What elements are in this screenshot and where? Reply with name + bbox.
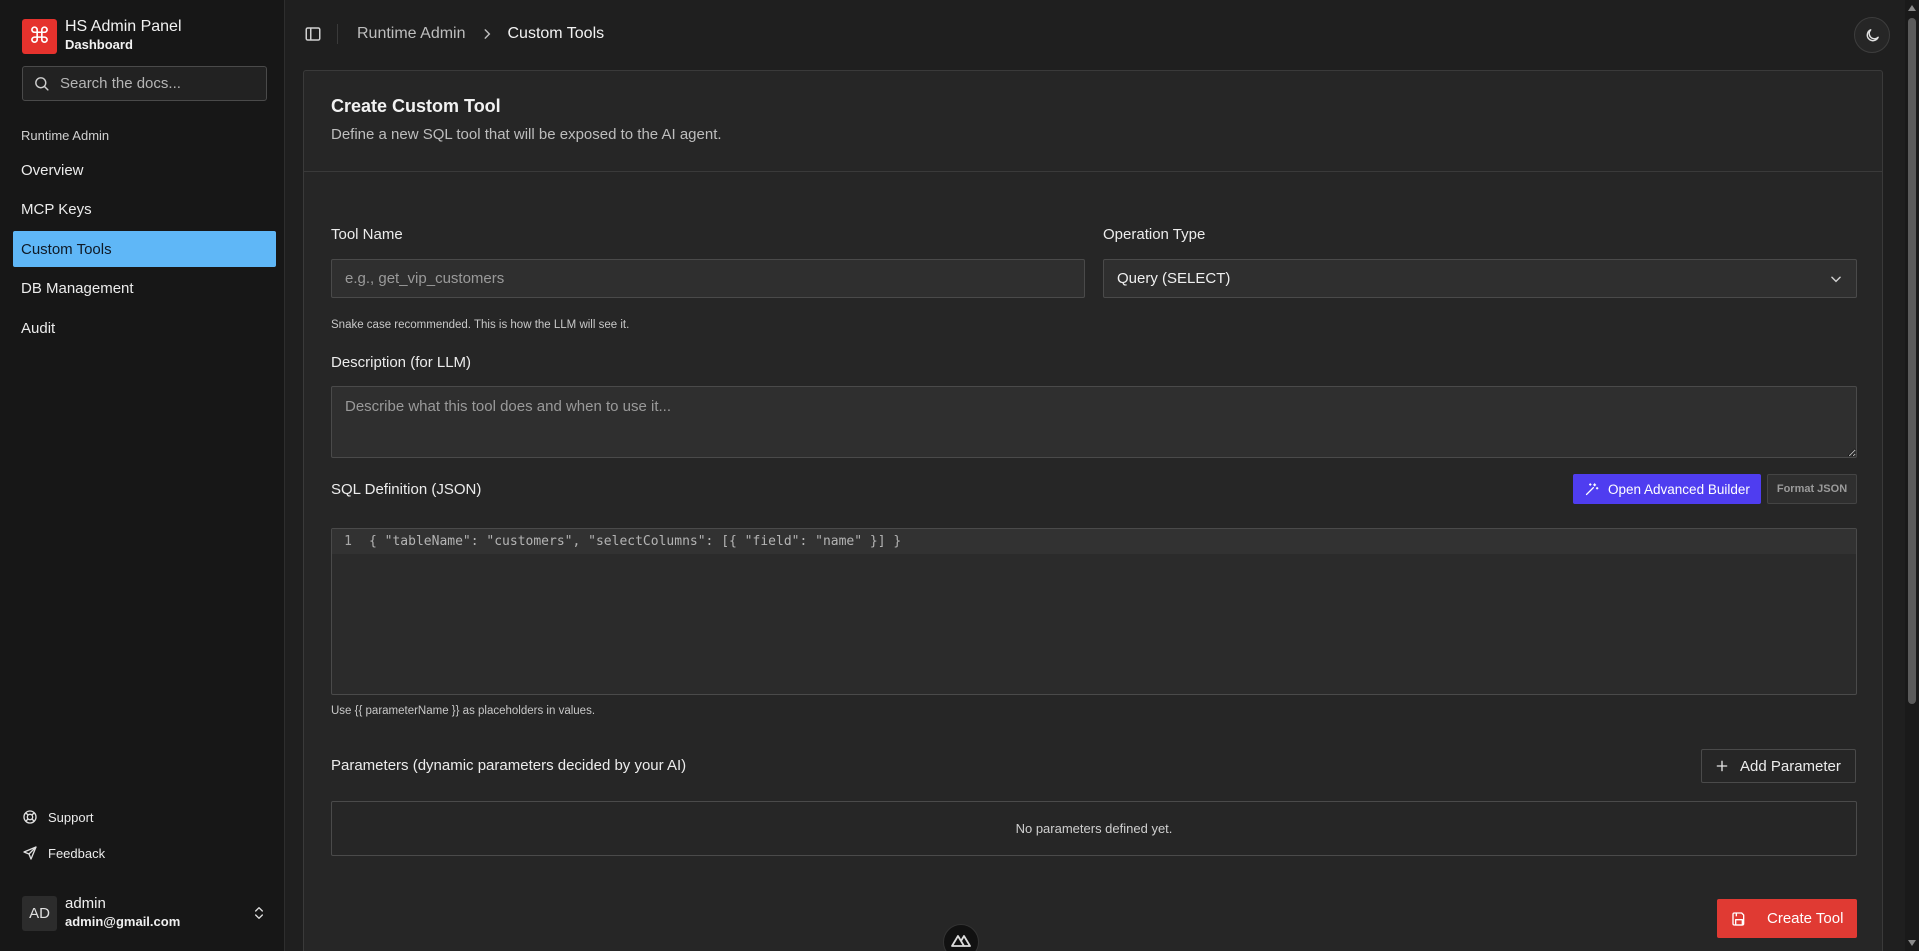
create-tool-label: Create Tool: [1767, 910, 1844, 927]
open-advanced-builder-label: Open Advanced Builder: [1608, 481, 1750, 497]
add-parameter-button[interactable]: Add Parameter: [1701, 749, 1856, 783]
sidebar-item-audit[interactable]: Audit: [13, 310, 276, 346]
tool-name-input[interactable]: [331, 259, 1085, 298]
page-scrollbar[interactable]: [1905, 0, 1919, 951]
feedback-link[interactable]: Feedback: [22, 845, 105, 861]
feedback-label: Feedback: [48, 845, 106, 861]
app-root: ⌘ HS Admin Panel Dashboard Runtime Admin…: [0, 0, 1919, 951]
chevron-down-icon: [1831, 276, 1841, 282]
operation-type-label: Operation Type: [1103, 226, 1206, 243]
card-header: Create Custom Tool Define a new SQL tool…: [304, 71, 1882, 172]
support-link[interactable]: Support: [22, 809, 94, 825]
scroll-up-arrow[interactable]: [1908, 5, 1916, 11]
tool-name-label: Tool Name: [331, 226, 403, 243]
avatar: AD: [22, 895, 57, 931]
brand-title: HS Admin Panel: [65, 18, 182, 35]
magic-wand-icon: [1585, 482, 1599, 495]
chevron-right-icon: [484, 29, 490, 39]
save-icon: [1732, 911, 1745, 926]
header-divider: [337, 24, 338, 44]
operation-type-select[interactable]: Query (SELECT): [1103, 259, 1857, 298]
code-line: 1 { "tableName": "customers", "selectCol…: [332, 529, 1856, 554]
open-advanced-builder-button[interactable]: Open Advanced Builder: [1573, 474, 1761, 504]
card-title: Create Custom Tool: [331, 96, 501, 116]
scroll-thumb[interactable]: [1908, 18, 1916, 704]
llm-description-textarea[interactable]: [331, 386, 1857, 458]
moon-icon: [1866, 28, 1879, 41]
sql-definition-hint: Use {{ parameterName }} as placeholders …: [331, 705, 596, 717]
top-header: Runtime Admin Custom Tools: [286, 0, 1919, 68]
sidebar-item-overview[interactable]: Overview: [13, 152, 276, 188]
operation-type-value: Query (SELECT): [1117, 270, 1231, 287]
parameters-label: Parameters (dynamic parameters decided b…: [331, 757, 687, 774]
search-box[interactable]: [22, 66, 267, 101]
mountain-logo-icon: [951, 935, 971, 947]
user-email: admin@gmail.com: [65, 914, 181, 929]
scroll-down-arrow[interactable]: [1908, 940, 1916, 946]
sidebar-item-custom-tools[interactable]: Custom Tools: [13, 231, 276, 267]
theme-toggle-button[interactable]: [1854, 17, 1890, 53]
llm-description-label: Description (for LLM): [331, 354, 472, 371]
nav-section-label: Runtime Admin: [21, 128, 110, 143]
sidebar-item-mcp-keys[interactable]: MCP Keys: [13, 192, 276, 228]
add-parameter-label: Add Parameter: [1740, 757, 1841, 775]
chevron-up-down-icon: [255, 907, 263, 919]
user-menu[interactable]: AD admin admin@gmail.com: [22, 894, 267, 932]
brand[interactable]: ⌘ HS Admin Panel Dashboard: [22, 18, 182, 54]
tool-name-hint: Snake case recommended. This is how the …: [331, 319, 630, 331]
send-icon: [23, 846, 37, 860]
format-json-button[interactable]: Format JSON: [1767, 474, 1857, 504]
sidebar-toggle-icon[interactable]: [304, 25, 322, 43]
sidebar: ⌘ HS Admin Panel Dashboard Runtime Admin…: [0, 0, 285, 951]
search-input[interactable]: [60, 75, 250, 92]
sql-definition-label: SQL Definition (JSON): [331, 481, 482, 498]
search-icon: [35, 77, 49, 91]
lifebuoy-icon: [23, 810, 37, 824]
code-text: { "tableName": "customers", "selectColum…: [369, 534, 902, 549]
brand-subtitle: Dashboard: [65, 37, 133, 52]
plus-icon: [1716, 760, 1728, 772]
support-label: Support: [48, 809, 94, 825]
breadcrumb-current: Custom Tools: [507, 25, 605, 42]
user-info: admin admin@gmail.com: [65, 895, 251, 931]
parameters-empty-state: No parameters defined yet.: [331, 801, 1857, 856]
breadcrumb: Runtime Admin Custom Tools: [357, 25, 604, 43]
sql-json-editor[interactable]: 1 { "tableName": "customers", "selectCol…: [331, 528, 1857, 695]
sidebar-item-db-management[interactable]: DB Management: [13, 271, 276, 307]
command-logo-icon: ⌘: [22, 18, 57, 54]
sidebar-nav: Overview MCP Keys Custom Tools DB Manage…: [13, 152, 276, 350]
card-description: Define a new SQL tool that will be expos…: [331, 126, 722, 143]
line-number: 1: [344, 534, 352, 549]
breadcrumb-parent[interactable]: Runtime Admin: [357, 25, 466, 43]
user-name: admin: [65, 895, 106, 912]
brand-text: HS Admin Panel Dashboard: [65, 18, 182, 54]
create-tool-card: Create Custom Tool Define a new SQL tool…: [303, 70, 1883, 951]
create-tool-button[interactable]: Create Tool: [1717, 899, 1858, 938]
